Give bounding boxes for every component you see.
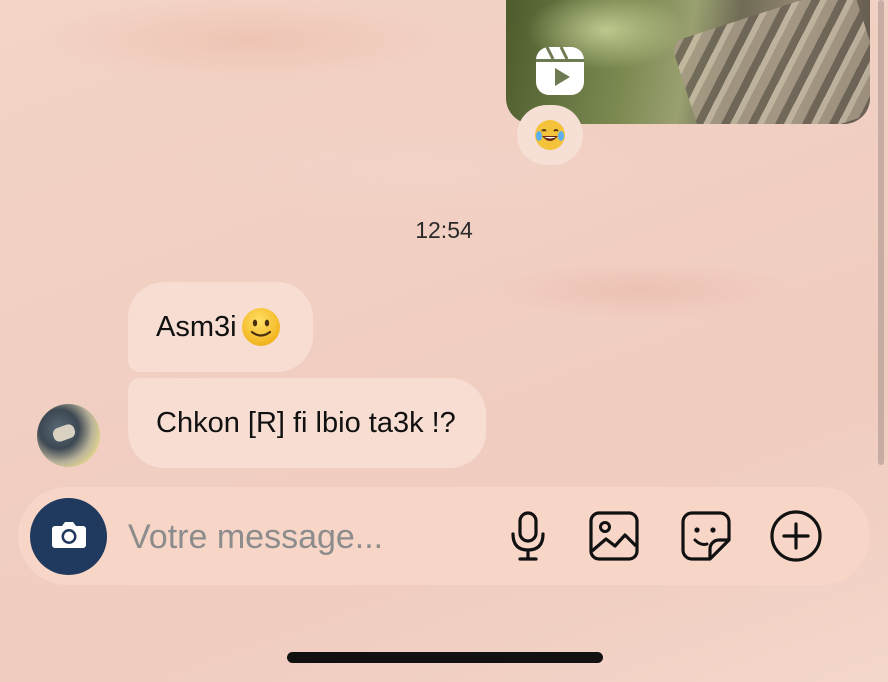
message-text: Chkon [R] fi lbio ta3k !? [156,406,456,439]
thumbnail-fabric [670,0,870,124]
avatar-photo-detail [51,422,77,444]
sticker-button[interactable] [678,510,734,566]
reel-icon [534,45,586,97]
sender-avatar[interactable] [37,404,100,467]
gallery-button[interactable] [586,510,642,566]
microphone-icon [506,510,550,567]
received-message-bubble[interactable]: Chkon [R] fi lbio ta3k !? [128,378,486,468]
image-icon [588,510,640,567]
home-indicator[interactable] [287,652,603,663]
message-timestamp: 12:54 [415,217,473,243]
laughing-emoji-icon [534,119,566,151]
voice-message-button[interactable] [500,510,556,566]
camera-button[interactable] [30,498,107,575]
slightly-smiling-emoji-icon [241,307,281,347]
camera-icon [47,512,91,561]
plus-circle-icon [768,508,824,569]
message-reaction[interactable] [517,105,583,165]
message-input[interactable] [128,514,468,560]
message-text: Asm3i [156,310,237,343]
more-options-button[interactable] [768,508,824,569]
received-message-bubble[interactable]: Asm3i [128,282,313,372]
sticker-icon [680,510,732,567]
